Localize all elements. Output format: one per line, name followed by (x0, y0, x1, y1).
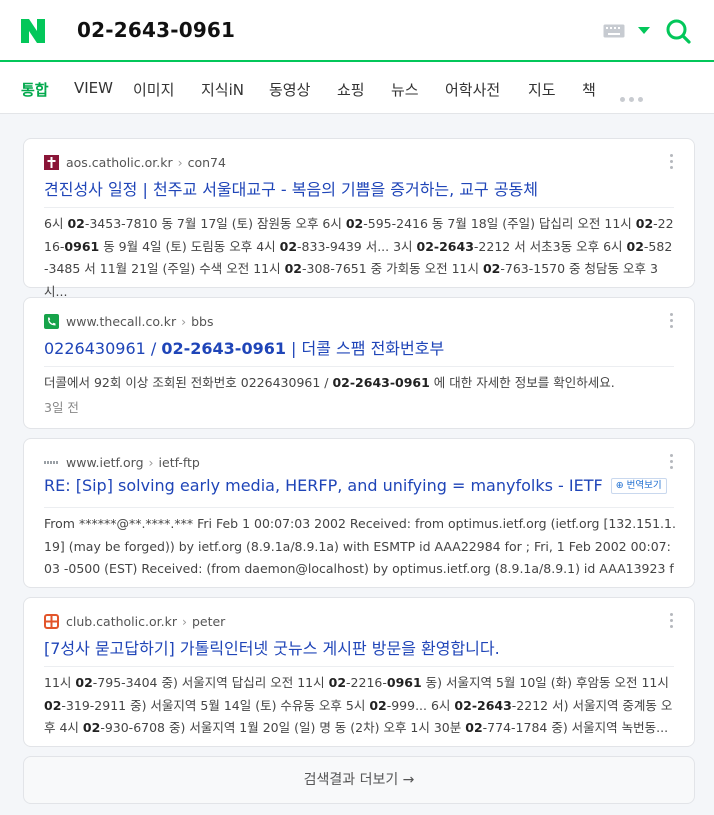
result-snippet: From ******@**.****.*** Fri Feb 1 00:07:… (44, 516, 676, 576)
snippet-text: -2212 서 서초3동 오후 6시 (473, 238, 627, 254)
snippet-highlight: 02 (82, 720, 101, 735)
tab-images[interactable]: 이미지 (133, 79, 174, 100)
search-header: 02-2643-0961 (0, 0, 714, 62)
snippet-highlight: 02 (284, 261, 302, 276)
more-results-button[interactable]: 검색결과 더보기 → (23, 756, 695, 804)
tab-dictionary[interactable]: 어학사전 (445, 79, 500, 100)
snippet-highlight: 02-2643 (454, 697, 512, 713)
snippet-text: 에 대한 자세한 정보를 확인하세요. (429, 375, 615, 390)
snippet-highlight: 02 (345, 216, 364, 231)
snippet-text: -595-2416 동 7월 18일 (주일) 답십리 오전 11시 (363, 216, 636, 231)
result-title-link[interactable]: RE: [Sip] solving early media, HERFP, an… (44, 476, 674, 495)
result-title-link[interactable]: 0226430961 / 02-2643-0961 | 더콜 스팸 전화번호부 (44, 335, 674, 359)
snippet-text: -833-9439 서... 3시 (297, 238, 417, 254)
catholic-site-favicon-icon (44, 154, 59, 170)
result-source[interactable]: club.catholic.or.kr › peter (44, 613, 225, 629)
search-result-card: www.thecall.co.kr › bbs 0226430961 / 02-… (23, 297, 695, 429)
tab-video[interactable]: 동영상 (269, 79, 310, 100)
snippet-highlight: 02-2643-0961 (332, 375, 430, 390)
result-snippet: 6시 02-3453-7810 동 7월 17일 (토) 잠원동 오후 6시 0… (44, 213, 676, 303)
search-result-card: aos.catholic.or.kr › con74 견진성사 일정 | 천주교… (23, 138, 695, 299)
snippet-text: -319-2911 중) 서울지역 5월 14일 (토) 수유동 오후 5시 (61, 697, 370, 713)
result-domain: www.thecall.co.kr (66, 313, 177, 329)
snippet-highlight: 02 (369, 697, 387, 713)
snippet-text: -308-7651 중 가회동 오전 11시 (302, 261, 483, 276)
result-options-icon[interactable] (670, 613, 674, 629)
result-path: bbs (191, 313, 214, 329)
snippet-text: -930-6708 중) 서울지역 1월 20일 (일) 명 동 (2차) 오후… (100, 720, 466, 735)
snippet-highlight: 02 (279, 238, 298, 254)
result-path: con74 (187, 154, 226, 170)
tab-books[interactable]: 책 (582, 79, 596, 100)
tab-news[interactable]: 뉴스 (391, 79, 419, 100)
snippet-highlight: 02 (465, 720, 483, 735)
snippet-highlight: 02 (635, 216, 654, 231)
result-options-icon[interactable] (670, 313, 674, 329)
snippet-highlight: 02 (328, 675, 347, 690)
keyboard-dropdown-caret-icon[interactable] (638, 27, 650, 34)
snippet-highlight: 02 (75, 675, 93, 690)
snippet-highlight: 02 (482, 261, 501, 276)
result-source[interactable]: aos.catholic.or.kr › con74 (44, 154, 226, 170)
catholic-club-favicon-icon (44, 613, 59, 629)
ietf-favicon-icon (44, 460, 58, 464)
result-title-link[interactable]: [7성사 묻고답하기] 가톨릭인터넷 굿뉴스 게시판 방문을 환영합니다. (44, 635, 674, 659)
translate-button[interactable]: ⊕ 번역보기 (610, 478, 667, 494)
search-input[interactable]: 02-2643-0961 (77, 18, 235, 42)
snippet-text: -999... 6시 (386, 697, 455, 713)
result-path: peter (191, 613, 226, 629)
snippet-text: 11시 (44, 675, 76, 690)
snippet-text: -795-3404 중) 서울지역 답십리 오전 11시 (92, 675, 329, 690)
snippet-highlight: 02 (44, 697, 62, 713)
result-title-link[interactable]: 견진성사 일정 | 천주교 서울대교구 - 복음의 기쁨을 증거하는, 교구 공… (44, 176, 674, 200)
search-tabs: 통합 VIEW 이미지 지식iN 동영상 쇼핑 뉴스 어학사전 지도 책 (0, 62, 714, 114)
snippet-text: 동) 서울지역 5월 10일 (화) 후암동 오전 11시 (421, 675, 669, 690)
snippet-highlight: 02-2643 (416, 238, 474, 254)
search-result-card: www.ietf.org › ietf-ftp RE: [Sip] solvin… (23, 438, 695, 588)
result-options-icon[interactable] (670, 154, 674, 170)
tab-integrated[interactable]: 통합 (21, 79, 49, 100)
snippet-highlight: 02 (626, 238, 644, 254)
result-source[interactable]: www.thecall.co.kr › bbs (44, 313, 214, 329)
result-domain: aos.catholic.or.kr (66, 154, 173, 170)
result-options-icon[interactable] (670, 454, 674, 470)
phone-favicon-icon (44, 313, 59, 329)
result-domain: www.ietf.org (66, 454, 144, 470)
result-snippet: 더콜에서 92회 이상 조회된 전화번호 0226430961 / 02-264… (44, 372, 676, 395)
search-result-card: club.catholic.or.kr › peter [7성사 묻고답하기] … (23, 597, 695, 747)
tab-knowledge-in[interactable]: 지식iN (201, 79, 244, 100)
naver-logo-icon[interactable] (21, 19, 45, 43)
keyboard-icon[interactable] (603, 24, 625, 38)
result-source[interactable]: www.ietf.org › ietf-ftp (44, 454, 200, 470)
snippet-text: -3453-7810 동 7월 17일 (토) 잠원동 오후 6시 (84, 216, 346, 231)
snippet-highlight: 0961 (64, 238, 100, 254)
tab-map[interactable]: 지도 (528, 79, 556, 100)
snippet-text: 더콜에서 92회 이상 조회된 전화번호 0226430961 / (44, 375, 333, 390)
snippet-text: -2216- (346, 675, 387, 690)
result-snippet: 11시 02-795-3404 중) 서울지역 답십리 오전 11시 02-22… (44, 672, 676, 740)
result-time: 3일 전 (44, 400, 79, 415)
tab-view[interactable]: VIEW (74, 79, 113, 97)
result-path: ietf-ftp (158, 454, 200, 470)
snippet-text: -774-1784 중) 서울지역 녹번동... (482, 720, 669, 735)
tab-shopping[interactable]: 쇼핑 (337, 79, 365, 100)
snippet-highlight: 0961 (386, 675, 422, 690)
snippet-text: 동 9월 4일 (토) 도림동 오후 4시 (99, 238, 280, 254)
snippet-highlight: 02 (67, 216, 85, 231)
snippet-text: 6시 (44, 216, 68, 231)
more-tabs-icon[interactable] (620, 87, 647, 106)
result-domain: club.catholic.or.kr (66, 613, 177, 629)
search-icon[interactable] (665, 18, 691, 44)
